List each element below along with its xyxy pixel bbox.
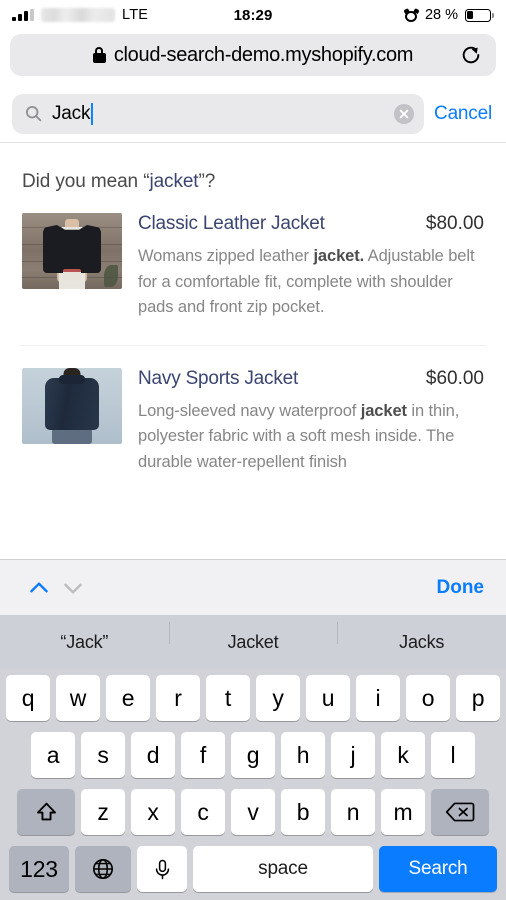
keyboard-row-4: 123 space Search [3, 846, 503, 892]
text-caret [91, 102, 94, 125]
key-q[interactable]: q [6, 675, 50, 721]
product-price: $80.00 [425, 213, 484, 234]
key-m[interactable]: m [381, 789, 425, 835]
key-d[interactable]: d [131, 732, 175, 778]
status-bar: LTE 18:29 28 % [0, 0, 506, 30]
product-thumbnail[interactable] [22, 367, 122, 444]
space-key[interactable]: space [193, 846, 373, 892]
shift-arrow-icon[interactable] [17, 789, 75, 835]
search-key[interactable]: Search [379, 846, 497, 892]
search-field[interactable]: Jack [12, 93, 425, 134]
prediction-0[interactable]: “Jack” [0, 632, 169, 653]
key-i[interactable]: i [356, 675, 400, 721]
key-l[interactable]: l [431, 732, 475, 778]
alarm-clock-icon [403, 7, 420, 22]
url-bar[interactable]: cloud-search-demo.myshopify.com [10, 34, 496, 76]
browser-toolbar: cloud-search-demo.myshopify.com [0, 30, 506, 85]
microphone-icon[interactable] [137, 846, 187, 892]
search-bar: Jack Cancel [0, 85, 506, 143]
product-price: $60.00 [425, 367, 484, 389]
chevron-down-icon [56, 571, 90, 605]
key-p[interactable]: p [456, 675, 500, 721]
key-s[interactable]: s [81, 732, 125, 778]
result-header: Classic Leather Jacket $80.00 [138, 213, 484, 235]
reload-icon[interactable] [460, 44, 482, 66]
product-title[interactable]: Classic Leather Jacket [138, 213, 325, 235]
url-bar-content[interactable]: cloud-search-demo.myshopify.com [22, 44, 484, 67]
phone-screen: LTE 18:29 28 % cloud-search-demo.myshopi… [0, 0, 506, 900]
key-y[interactable]: y [256, 675, 300, 721]
did-you-mean-prefix: Did you mean [22, 171, 144, 192]
search-input-value: Jack [52, 102, 91, 124]
product-description: Womans zipped leather jacket. Adjustable… [138, 244, 484, 321]
key-h[interactable]: h [281, 732, 325, 778]
numbers-key[interactable]: 123 [9, 846, 69, 892]
description-highlight: jacket. [313, 247, 365, 265]
key-n[interactable]: n [331, 789, 375, 835]
status-bar-right: 28 % [403, 7, 494, 23]
key-f[interactable]: f [181, 732, 225, 778]
chevron-up-icon[interactable] [22, 571, 56, 605]
key-w[interactable]: w [56, 675, 100, 721]
did-you-mean: Did you mean “jacket”? [0, 143, 506, 213]
keyboard-keys: q w e r t y u i o p a s d f g h j k l z … [0, 669, 506, 900]
key-e[interactable]: e [106, 675, 150, 721]
result-body: Navy Sports Jacket $60.00 Long-sleeved n… [138, 368, 484, 476]
key-g[interactable]: g [231, 732, 275, 778]
key-r[interactable]: r [156, 675, 200, 721]
prediction-1[interactable]: Jacket [168, 621, 338, 653]
search-input[interactable]: Jack [52, 102, 384, 125]
battery-percent-label: 28 % [424, 7, 458, 23]
url-text: cloud-search-demo.myshopify.com [113, 43, 414, 66]
key-o[interactable]: o [406, 675, 450, 721]
cancel-button[interactable]: Cancel [434, 103, 494, 125]
product-description: Long-sleeved navy waterproof jacket in t… [138, 399, 484, 476]
keyboard-accessory-bar: Done [0, 559, 506, 615]
result-item-1[interactable]: Classic Leather Jacket $80.00 Womans zip… [0, 213, 506, 321]
key-x[interactable]: x [131, 789, 175, 835]
prediction-2[interactable]: Jacks [337, 621, 506, 653]
keyboard: Done “Jack” Jacket Jacks q w e r t y u i… [0, 559, 506, 900]
result-header: Navy Sports Jacket $60.00 [138, 368, 484, 390]
key-k[interactable]: k [381, 732, 425, 778]
description-highlight: jacket [360, 401, 407, 420]
key-v[interactable]: v [231, 789, 275, 835]
result-divider [20, 344, 486, 346]
key-a[interactable]: a [31, 732, 75, 778]
keyboard-row-1: q w e r t y u i o p [3, 675, 503, 721]
key-c[interactable]: c [181, 789, 225, 835]
product-title[interactable]: Navy Sports Jacket [138, 368, 298, 390]
product-thumbnail[interactable] [22, 213, 122, 289]
search-icon [25, 105, 42, 122]
backspace-icon[interactable] [431, 789, 489, 835]
search-results-panel: Did you mean “jacket”? Classic Leather J… [0, 143, 506, 499]
result-item-2[interactable]: Navy Sports Jacket $60.00 Long-sleeved n… [0, 367, 506, 476]
key-t[interactable]: t [206, 675, 250, 721]
key-b[interactable]: b [281, 789, 325, 835]
did-you-mean-term[interactable]: jacket [149, 171, 198, 192]
key-j[interactable]: j [331, 732, 375, 778]
lock-icon [92, 47, 106, 63]
keyboard-row-2: a s d f g h j k l [3, 732, 503, 778]
key-u[interactable]: u [306, 675, 350, 721]
keyboard-row-3: z x c v b n m [3, 789, 503, 835]
predictive-text-bar: “Jack” Jacket Jacks [0, 615, 506, 669]
clear-circle-icon[interactable] [394, 103, 415, 124]
description-before: Womans zipped leather [138, 247, 314, 265]
done-button[interactable]: Done [437, 577, 485, 599]
globe-icon[interactable] [75, 846, 131, 892]
did-you-mean-suffix: ? [204, 171, 216, 192]
result-body: Classic Leather Jacket $80.00 Womans zip… [138, 213, 484, 321]
description-before: Long-sleeved navy waterproof [138, 401, 361, 420]
battery-icon [465, 8, 494, 22]
key-z[interactable]: z [81, 789, 125, 835]
